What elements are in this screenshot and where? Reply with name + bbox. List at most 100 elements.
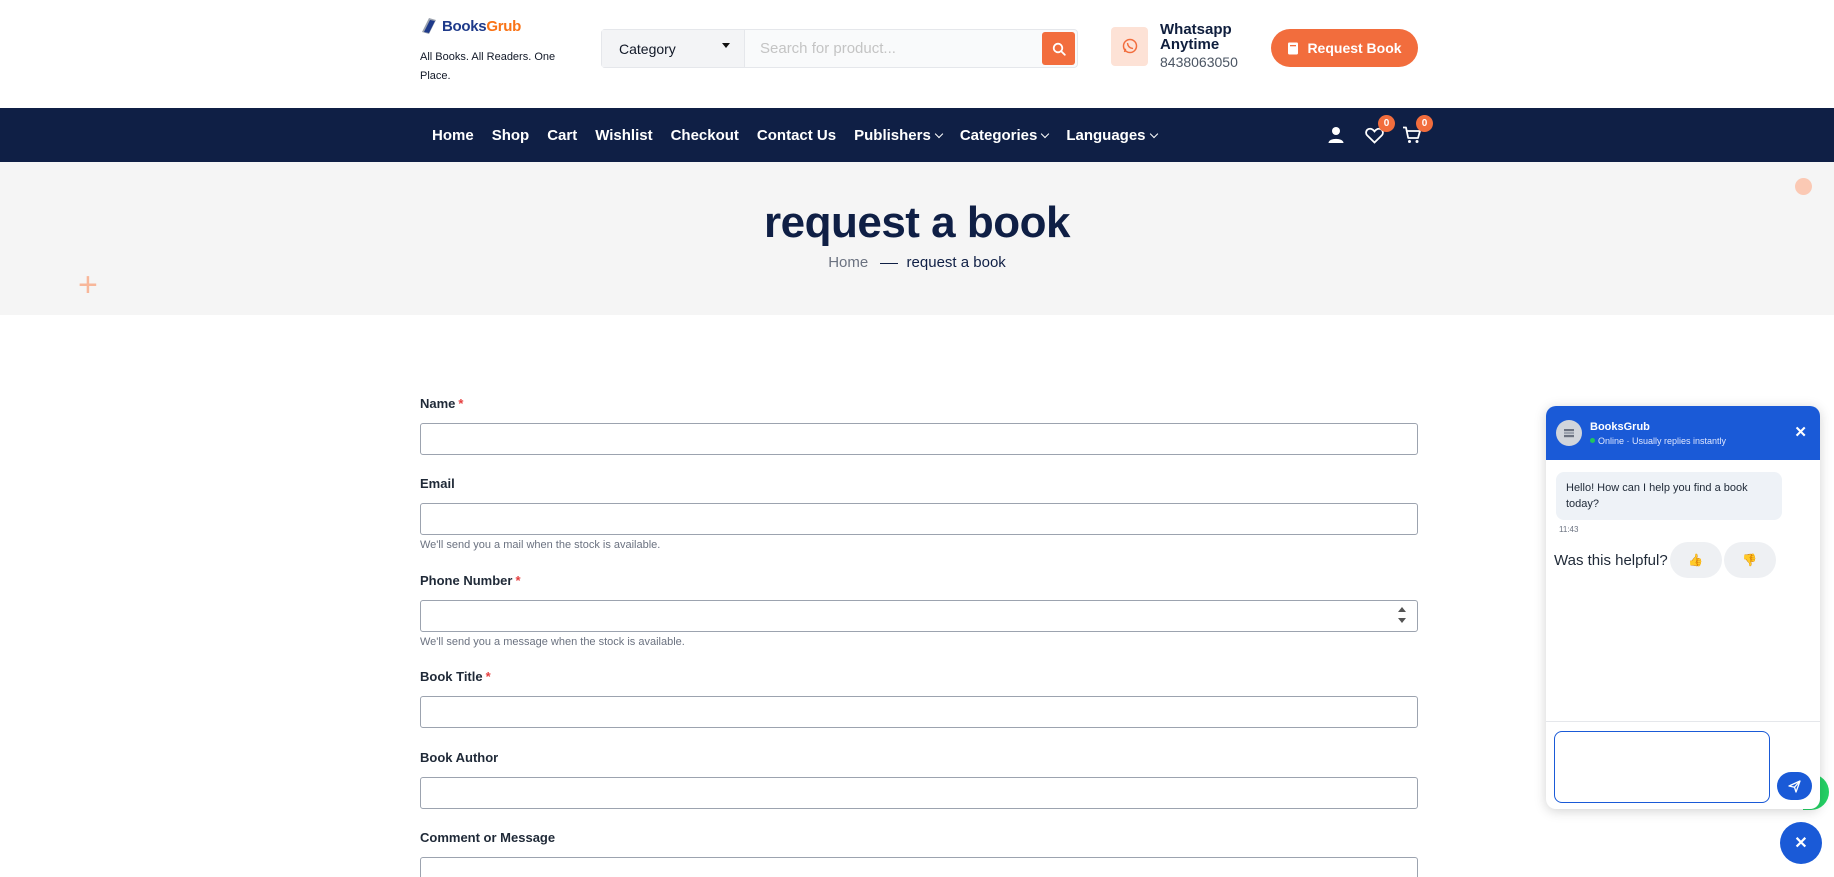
nav-item-publishers[interactable]: Publishers (854, 126, 944, 144)
stepper-down-icon[interactable] (1398, 618, 1406, 623)
decorative-plus-icon: + (78, 266, 98, 304)
whatsapp-phone: 8438063050 (1160, 54, 1238, 70)
nav-item-label: Wishlist (595, 126, 653, 144)
phone-label: Phone Number (420, 573, 513, 588)
books-avatar-icon (1564, 429, 1574, 438)
site-logo[interactable]: BooksGrub (420, 16, 521, 36)
required-mark: * (485, 669, 491, 684)
nav-item-label: Publishers (854, 126, 931, 144)
chat-widget: BooksGrub Online · Usually replies insta… (1546, 406, 1820, 809)
book-title-group: Book Title * (420, 669, 1418, 728)
book-title-label: Book Title (420, 669, 483, 684)
request-book-button[interactable]: Request Book (1271, 29, 1418, 67)
top-header: BooksGrub All Books. All Readers. One Pl… (0, 0, 1834, 108)
search-button[interactable] (1042, 32, 1075, 65)
request-book-label: Request Book (1307, 40, 1402, 56)
book-author-label: Book Author (420, 750, 499, 765)
chat-avatar (1556, 420, 1582, 446)
nav-item-home[interactable]: Home (432, 127, 474, 144)
chat-agent-name: BooksGrub (1590, 420, 1650, 433)
number-stepper[interactable] (1398, 607, 1406, 623)
thumbs-up-button[interactable]: 👍 (1669, 542, 1722, 578)
email-input[interactable] (420, 503, 1418, 535)
phone-help-text: We'll send you a message when the stock … (420, 636, 685, 648)
whatsapp-line2: Anytime (1160, 36, 1220, 53)
chat-header: BooksGrub Online · Usually replies insta… (1546, 406, 1820, 460)
nav-item-label: Languages (1066, 126, 1146, 144)
thumbs-down-button[interactable]: 👎 (1723, 542, 1776, 578)
chevron-down-icon (1041, 129, 1050, 138)
search-bar: Category (601, 29, 1078, 68)
comment-textarea[interactable] (420, 857, 1418, 877)
tagline: All Books. All Readers. One Place. (420, 51, 556, 82)
chat-message-time: 11:43 (1559, 525, 1579, 534)
search-icon (1052, 42, 1066, 56)
chat-composer (1546, 721, 1820, 809)
stepper-up-icon[interactable] (1398, 607, 1406, 612)
name-input[interactable] (420, 423, 1418, 455)
phone-group: Phone Number * We'll send you a message w… (420, 573, 1418, 648)
book-title-input[interactable] (420, 696, 1418, 728)
chat-message: Hello! How can I help you find a book to… (1556, 472, 1782, 520)
chat-send-button[interactable] (1777, 772, 1812, 800)
required-mark: * (515, 573, 521, 588)
nav-item-shop[interactable]: Shop (492, 127, 530, 144)
search-input[interactable] (745, 30, 1042, 67)
nav-item-label: Home (432, 126, 474, 144)
chat-status-text: Online · Usually replies instantly (1598, 435, 1727, 446)
nav-item-contact[interactable]: Contact Us (757, 127, 836, 144)
feedback-row: Was this helpful? 👍 👎 (1554, 542, 1776, 578)
wishlist-button[interactable]: 0 (1364, 115, 1395, 145)
logo-text-books: Books (442, 17, 487, 35)
email-label: Email (420, 476, 455, 491)
send-icon (1788, 779, 1801, 793)
breadcrumb-current: request a book (906, 254, 1006, 271)
comment-label: Comment or Message (420, 830, 556, 845)
book-icon (1288, 42, 1299, 54)
page-title: request a book (764, 198, 1070, 247)
feedback-question: Was this helpful? (1554, 551, 1668, 569)
name-label: Name (420, 396, 456, 411)
nav-item-cart[interactable]: Cart (547, 127, 577, 144)
whatsapp-line1: Whatsapp (1160, 21, 1232, 38)
chat-message-input[interactable] (1554, 731, 1770, 803)
online-status-dot (1590, 438, 1595, 443)
nav-item-label: Categories (959, 126, 1038, 144)
user-icon (1328, 127, 1344, 143)
chevron-down-icon (1149, 129, 1158, 138)
whatsapp-icon (1111, 26, 1148, 66)
breadcrumb-home[interactable]: Home (828, 254, 868, 271)
nav-item-label: Shop (491, 126, 530, 144)
nav-item-label: Cart (547, 126, 578, 144)
cart-button[interactable]: 0 (1402, 115, 1433, 145)
page-hero: + request a book Home request a book (0, 162, 1834, 315)
nav-item-wishlist[interactable]: Wishlist (595, 127, 652, 144)
caret-down-icon (722, 43, 730, 48)
wishlist-count-badge: 0 (1378, 115, 1395, 132)
whatsapp-contact[interactable]: Whatsapp Anytime 8438063050 (1111, 22, 1238, 70)
chevron-down-icon (934, 129, 944, 138)
nav-item-categories[interactable]: Categories (959, 126, 1050, 144)
email-help-text: We'll send you a mail when the stock is … (420, 539, 661, 551)
book-author-group: Book Author (420, 750, 1418, 809)
book-logo-icon (420, 16, 438, 36)
nav-item-label: Checkout (670, 126, 739, 144)
breadcrumb-separator (880, 262, 899, 264)
nav-item-label: Contact Us (756, 126, 837, 144)
phone-input[interactable] (420, 600, 1418, 632)
nav-item-languages[interactable]: Languages (1066, 126, 1158, 144)
chat-close-icon[interactable]: ✕ (1794, 425, 1807, 440)
book-author-input[interactable] (420, 777, 1418, 809)
logo-text-grub: Grub (486, 17, 521, 35)
breadcrumb: Home request a book (0, 254, 1834, 271)
nav-item-checkout[interactable]: Checkout (671, 127, 739, 144)
comment-group: Comment or Message (420, 830, 1418, 877)
category-select[interactable]: Category (602, 30, 745, 67)
category-select-label: Category (619, 40, 676, 57)
required-mark: * (458, 396, 464, 411)
name-group: Name * (420, 396, 1418, 455)
main-nav: Home Shop Cart Wishlist Checkout Contact… (0, 108, 1834, 162)
decorative-dot (1795, 178, 1812, 195)
account-button[interactable] (1326, 125, 1346, 145)
chat-toggle-button[interactable]: ✕ (1780, 822, 1822, 864)
